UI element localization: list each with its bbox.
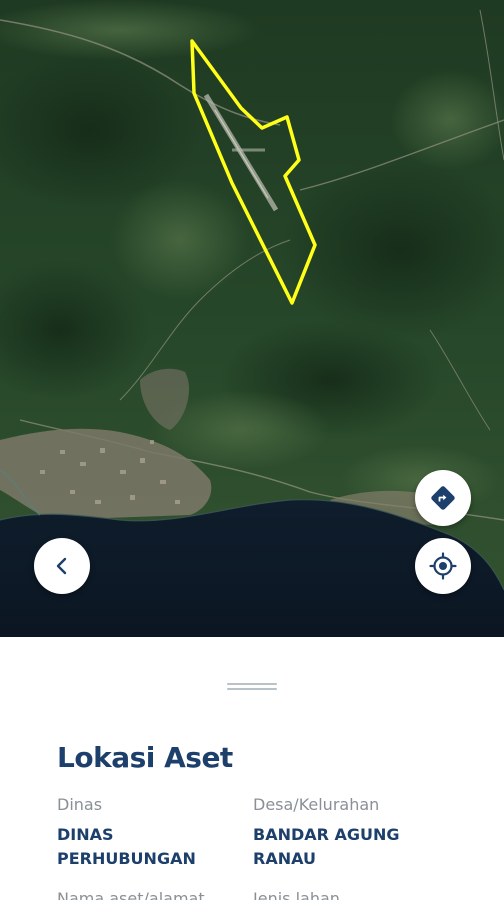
asset-name-label: Nama aset/alamat — [57, 889, 205, 900]
my-location-icon — [429, 552, 457, 580]
dinas-label: Dinas — [57, 795, 103, 814]
chevron-left-icon — [56, 557, 67, 575]
my-location-button[interactable] — [415, 538, 471, 594]
asset-location-screen: Lokasi Aset Dinas DINAS PERHUBUNGAN Desa… — [0, 0, 504, 900]
sheet-title: Lokasi Aset — [57, 741, 233, 774]
asset-info-sheet: Lokasi Aset Dinas DINAS PERHUBUNGAN Desa… — [0, 637, 504, 900]
desa-kelurahan-label: Desa/Kelurahan — [253, 795, 380, 814]
desa-kelurahan-value: BANDAR AGUNG RANAU — [253, 825, 400, 868]
sheet-drag-handle[interactable] — [227, 683, 277, 691]
directions-button[interactable] — [415, 470, 471, 526]
directions-icon — [431, 486, 455, 510]
back-button[interactable] — [34, 538, 90, 594]
land-type-label: Jenis lahan — [253, 889, 340, 900]
dinas-value: DINAS PERHUBUNGAN — [57, 825, 196, 868]
